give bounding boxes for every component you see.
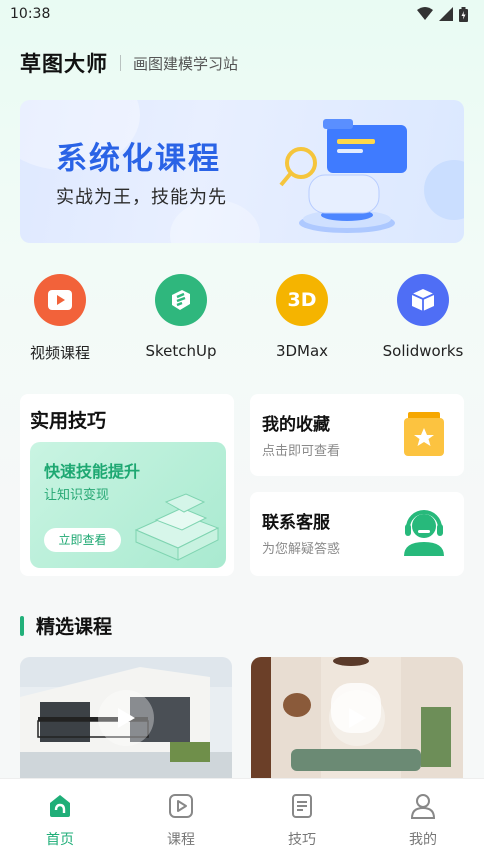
star-folder-icon	[404, 412, 444, 456]
wifi-icon	[417, 7, 433, 20]
promo-title: 快速技能提升	[44, 462, 141, 481]
building-illustration	[134, 493, 220, 561]
banner-subtitle: 实战为王，技能为先	[56, 187, 227, 208]
category-label: 3DMax	[275, 342, 329, 360]
category-video-courses[interactable]: 视频课程	[10, 274, 110, 363]
home-icon	[50, 795, 70, 817]
favorites-title: 我的收藏	[262, 415, 330, 435]
tips-title: 实用技巧	[30, 410, 107, 432]
battery-icon	[459, 6, 468, 22]
skill-promo-panel[interactable]: 快速技能提升 让知识变现 立即查看	[30, 442, 226, 568]
nav-label: 技巧	[288, 832, 316, 848]
nav-label: 课程	[167, 832, 195, 848]
course-card[interactable]	[20, 657, 232, 779]
nav-home[interactable]: 首页	[20, 793, 100, 849]
app-title: 草图大师	[20, 52, 108, 76]
3dmax-logo-icon: 3D	[276, 274, 328, 326]
nav-label: 首页	[46, 832, 74, 848]
nav-label: 我的	[409, 832, 437, 848]
service-subtitle: 为您解疑答惑	[262, 542, 341, 557]
sketchup-logo-icon	[155, 274, 207, 326]
category-row: 视频课程 SketchUp 3D 3DMax Solidworks	[0, 274, 484, 364]
nav-profile[interactable]: 我的	[383, 793, 463, 849]
category-sketchup[interactable]: SketchUp	[131, 274, 231, 360]
status-time: 10:38	[10, 6, 51, 22]
play-icon[interactable]	[98, 690, 154, 746]
status-icons	[417, 6, 468, 22]
nav-tips[interactable]: 技巧	[262, 793, 342, 849]
course-card[interactable]	[251, 657, 463, 779]
banner-folder-illustration	[279, 119, 407, 233]
service-title: 联系客服	[262, 513, 330, 533]
category-label: 视频课程	[29, 344, 90, 362]
category-3dmax[interactable]: 3D 3DMax	[252, 274, 352, 360]
promo-subtitle: 让知识变现	[44, 488, 110, 503]
category-solidworks[interactable]: Solidworks	[373, 274, 473, 360]
banner-title: 系统化课程	[56, 141, 221, 177]
category-label: Solidworks	[382, 342, 464, 360]
practical-tips-card[interactable]: 实用技巧 快速技能提升 让知识变现 立即查看	[20, 394, 234, 576]
status-bar: 10:38	[0, 0, 484, 28]
featured-courses-header: 精选课程	[20, 612, 112, 639]
category-label: SketchUp	[145, 342, 217, 360]
video-play-icon	[34, 274, 86, 326]
app-header: 草图大师 画图建模学习站	[20, 48, 238, 78]
document-icon	[292, 794, 312, 818]
bottom-navigation: 首页 课程 技巧 我的	[0, 778, 484, 860]
banner-decoration	[424, 160, 464, 220]
section-accent-bar	[20, 615, 24, 636]
header-divider	[120, 55, 121, 71]
play-icon[interactable]	[329, 690, 385, 746]
signal-icon	[439, 7, 453, 21]
promo-banner[interactable]: 系统化课程 实战为王，技能为先	[20, 100, 464, 243]
customer-service-card[interactable]: 联系客服 为您解疑答惑	[250, 492, 464, 576]
cube-icon	[397, 274, 449, 326]
headset-agent-icon	[404, 510, 444, 556]
user-icon	[410, 794, 436, 819]
featured-courses-title: 精选课程	[36, 616, 113, 638]
favorites-subtitle: 点击即可查看	[262, 444, 341, 459]
view-now-button[interactable]: 立即查看	[44, 528, 121, 552]
app-subtitle: 画图建模学习站	[133, 54, 239, 73]
course-play-icon	[169, 794, 193, 818]
my-favorites-card[interactable]: 我的收藏 点击即可查看	[250, 394, 464, 476]
nav-courses[interactable]: 课程	[141, 793, 221, 849]
